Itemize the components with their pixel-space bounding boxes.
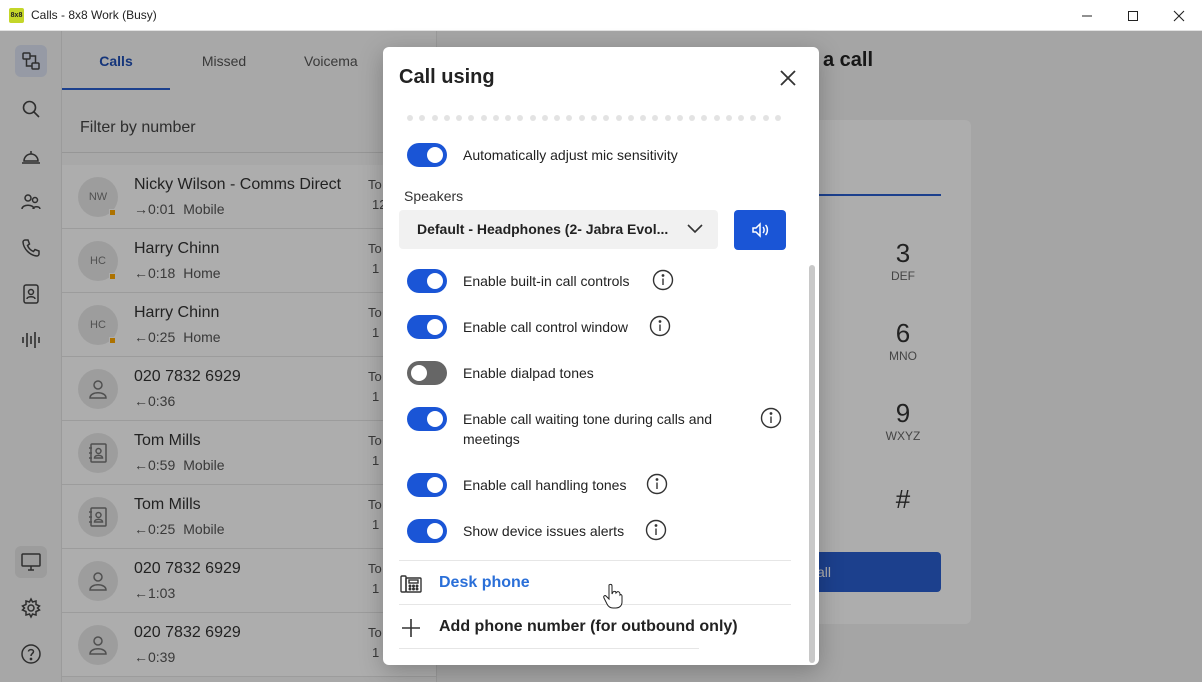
info-icon[interactable] — [645, 519, 667, 541]
mic-level-dot — [713, 115, 720, 121]
hand-cursor-icon — [603, 583, 623, 609]
mic-level-dot — [590, 115, 597, 121]
divider — [399, 560, 791, 561]
mic-level-dot — [664, 115, 671, 121]
chevron-down-icon — [687, 224, 703, 234]
dialog-scrollbar[interactable] — [809, 265, 815, 663]
mic-level-dot — [480, 115, 487, 121]
mic-level-dot — [407, 115, 413, 121]
call-handling-tones-toggle[interactable] — [407, 473, 447, 497]
device-issues-alerts-toggle[interactable] — [407, 519, 447, 543]
mic-level-dot — [492, 115, 499, 121]
desk-phone-icon — [400, 575, 422, 593]
add-phone-number-option[interactable]: Add phone number (for outbound only) — [399, 614, 791, 644]
info-icon[interactable] — [646, 473, 668, 495]
mic-level-dot — [468, 115, 475, 121]
window-titlebar: 8x8 Calls - 8x8 Work (Busy) — [0, 0, 1202, 31]
mic-level-dot — [456, 115, 463, 121]
mic-level-dot — [529, 115, 536, 121]
mic-level-dot — [419, 115, 426, 121]
speaker-icon — [752, 222, 769, 238]
mic-level-dot — [554, 115, 561, 121]
mic-level-dot — [615, 115, 622, 121]
mic-level-dot — [505, 115, 512, 121]
dialog-title: Call using — [399, 66, 495, 88]
speakers-select[interactable]: Default - Headphones (2- Jabra Evol... — [399, 210, 718, 249]
minimize-button[interactable] — [1064, 0, 1110, 31]
mic-level-dot — [431, 115, 438, 121]
info-icon[interactable] — [760, 407, 782, 429]
window-title: Calls - 8x8 Work (Busy) — [31, 8, 157, 22]
dialpad-tones-label: Enable dialpad tones — [463, 365, 594, 381]
mic-level-dot — [762, 115, 769, 121]
desk-phone-option[interactable]: Desk phone — [399, 570, 791, 600]
mic-level-dot — [541, 115, 548, 121]
maximize-icon — [1128, 10, 1138, 21]
speakers-label: Speakers — [404, 188, 464, 204]
dialpad-tones-toggle[interactable] — [407, 361, 447, 385]
built-in-call-controls-label: Enable built-in call controls — [463, 273, 630, 289]
mic-level-dot — [566, 115, 573, 121]
mic-level-dot — [578, 115, 585, 121]
call-waiting-tone-label: Enable call waiting tone during calls an… — [463, 411, 713, 447]
mic-level-dot — [627, 115, 634, 121]
device-issues-alerts-label: Show device issues alerts — [463, 523, 625, 539]
call-handling-tones-label: Enable call handling tones — [463, 477, 627, 493]
info-icon[interactable] — [652, 269, 674, 291]
mic-level-dot — [676, 115, 683, 121]
close-icon — [1173, 10, 1185, 21]
mic-level-dot — [701, 115, 708, 121]
built-in-call-controls-toggle[interactable] — [407, 269, 447, 293]
call-control-window-toggle[interactable] — [407, 315, 447, 339]
desk-phone-label: Desk phone — [439, 574, 530, 591]
mic-level-meter — [407, 115, 781, 123]
info-icon[interactable] — [649, 315, 671, 337]
close-icon — [780, 70, 796, 86]
app-logo-icon: 8x8 — [9, 7, 24, 23]
add-phone-number-label: Add phone number (for outbound only) — [439, 618, 738, 635]
minimize-icon — [1082, 15, 1092, 16]
dialog-close-button[interactable] — [777, 67, 799, 89]
maximize-button[interactable] — [1110, 0, 1156, 31]
auto-mic-toggle[interactable] — [407, 143, 447, 167]
mic-level-dot — [652, 115, 659, 121]
mic-level-dot — [443, 115, 450, 121]
divider — [399, 604, 791, 605]
auto-mic-label: Automatically adjust mic sensitivity — [463, 147, 678, 163]
mic-level-dot — [603, 115, 610, 121]
mic-level-dot — [750, 115, 757, 121]
plus-icon — [402, 619, 420, 637]
test-speaker-button[interactable] — [734, 210, 786, 250]
call-control-window-label: Enable call control window — [463, 319, 628, 335]
call-waiting-tone-toggle[interactable] — [407, 407, 447, 431]
mic-level-dot — [517, 115, 524, 121]
call-using-dialog: Call using Automatically adjust mic sens… — [383, 47, 819, 665]
divider — [399, 648, 699, 649]
mic-level-dot — [774, 115, 781, 121]
close-window-button[interactable] — [1156, 0, 1202, 31]
mic-level-dot — [725, 115, 732, 121]
mic-level-dot — [738, 115, 745, 121]
mic-level-dot — [640, 115, 647, 121]
mic-level-dot — [689, 115, 696, 121]
speakers-selected-value: Default - Headphones (2- Jabra Evol... — [417, 221, 669, 237]
